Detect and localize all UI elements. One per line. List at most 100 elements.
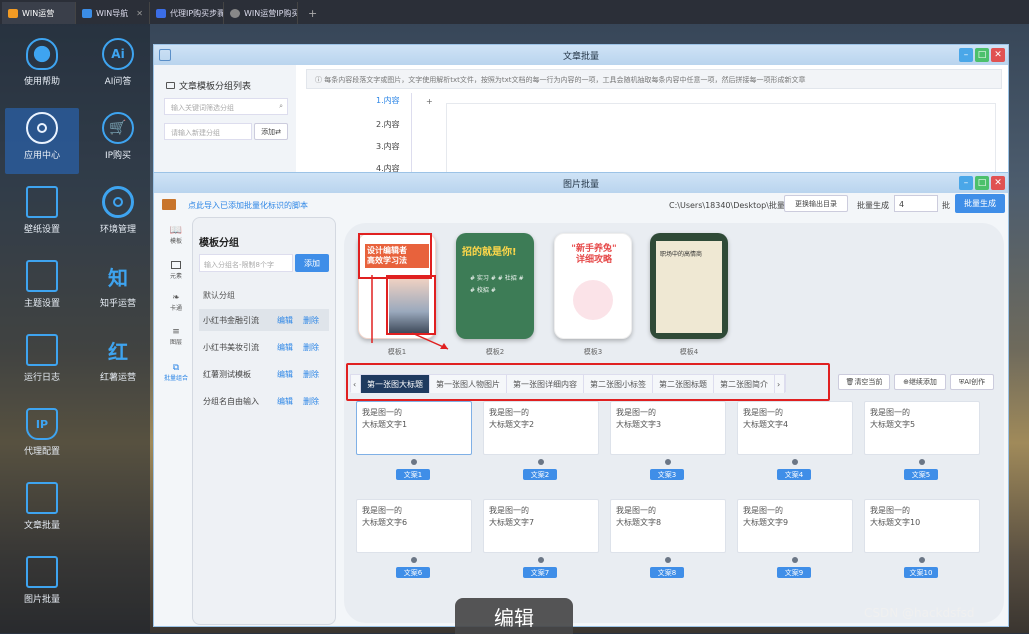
template-thumbnail-3[interactable]: "新手养兔" 详细攻略: [554, 233, 632, 339]
dock-item-11[interactable]: 文章批量: [5, 478, 79, 544]
group-row[interactable]: 分组名自由输入 编辑 删除: [199, 390, 329, 412]
dock-item-0[interactable]: 使用帮助: [5, 34, 79, 100]
text-card[interactable]: 我是图一的 大标题文字7: [483, 499, 599, 553]
browser-tab-win-ops[interactable]: WIN运营: [2, 2, 76, 24]
dock-item-9[interactable]: 红红薯运营: [81, 330, 155, 396]
close-button[interactable]: ✕: [991, 48, 1005, 62]
sidebar-item-cartoon[interactable]: ❧ 卡通: [162, 293, 190, 312]
edit-link[interactable]: 编辑: [277, 315, 293, 326]
template-thumbnail-4[interactable]: 职场中的高情商: [650, 233, 728, 339]
text-card[interactable]: 我是图一的 大标题文字8: [610, 499, 726, 553]
folder-icon[interactable]: [162, 199, 176, 210]
copy-button[interactable]: 文案8: [650, 567, 684, 578]
batch-count-input[interactable]: 4: [894, 195, 938, 212]
remove-dot-icon[interactable]: [792, 459, 798, 465]
subtab-3[interactable]: 第二张图小标签: [584, 375, 653, 393]
subtab-2[interactable]: 第一张图详细内容: [507, 375, 584, 393]
copy-button[interactable]: 文案2: [523, 469, 557, 480]
content-item-1[interactable]: 1.内容: [376, 95, 400, 106]
browser-tab-win-nav[interactable]: WIN导航 ✕: [76, 2, 150, 24]
add-group-button[interactable]: 添加: [295, 254, 329, 272]
subtab-0[interactable]: 第一张图大标题: [361, 375, 430, 393]
remove-dot-icon[interactable]: [665, 459, 671, 465]
remove-dot-icon[interactable]: [792, 557, 798, 563]
copy-button[interactable]: 文案9: [777, 567, 811, 578]
dock-item-4[interactable]: 壁纸设置: [5, 182, 79, 248]
dock-item-2[interactable]: 应用中心: [5, 108, 79, 174]
remove-dot-icon[interactable]: [411, 459, 417, 465]
content-item-3[interactable]: 3.内容: [376, 141, 400, 152]
content-item-2[interactable]: 2.内容: [376, 119, 400, 130]
dock-item-7[interactable]: 知知乎运营: [81, 256, 155, 322]
close-icon[interactable]: ✕: [136, 9, 143, 18]
sidebar-item-layers[interactable]: ≡ 图层: [162, 327, 190, 346]
copy-button[interactable]: 文案10: [904, 567, 938, 578]
maximize-button[interactable]: □: [975, 176, 989, 190]
import-script-link[interactable]: 点此导入已添加批量化标识的脚本: [188, 200, 308, 211]
clear-current-button[interactable]: 🗑 清空当前: [838, 374, 890, 390]
text-card[interactable]: 我是图一的 大标题文字9: [737, 499, 853, 553]
continue-add-button[interactable]: ⊕ 继续添加: [894, 374, 946, 390]
group-row[interactable]: 小红书美妆引流 编辑 删除: [199, 336, 329, 358]
edit-link[interactable]: 编辑: [277, 369, 293, 380]
subtab-1[interactable]: 第一张图人物图片: [430, 375, 507, 393]
delete-link[interactable]: 删除: [303, 342, 319, 353]
copy-button[interactable]: 文案6: [396, 567, 430, 578]
edit-overlay-button[interactable]: 编辑: [455, 598, 573, 634]
content-editor[interactable]: [446, 103, 996, 183]
delete-link[interactable]: 删除: [303, 369, 319, 380]
browser-tab-proxy-steps[interactable]: 代理IP购买步骤✕: [150, 2, 224, 24]
text-card[interactable]: 我是图一的 大标题文字6: [356, 499, 472, 553]
remove-dot-icon[interactable]: [538, 557, 544, 563]
dock-item-8[interactable]: 运行日志: [5, 330, 79, 396]
text-card[interactable]: 我是图一的 大标题文字10: [864, 499, 980, 553]
maximize-button[interactable]: □: [975, 48, 989, 62]
new-tab-button[interactable]: +: [298, 2, 327, 24]
copy-button[interactable]: 文案7: [523, 567, 557, 578]
subtab-5[interactable]: 第二张图简介: [714, 375, 775, 393]
copy-button[interactable]: 文案5: [904, 469, 938, 480]
remove-dot-icon[interactable]: [538, 459, 544, 465]
minimize-button[interactable]: –: [959, 48, 973, 62]
dock-item-1[interactable]: Ai AI问答: [81, 34, 155, 100]
chevron-right-icon[interactable]: ›: [775, 375, 785, 393]
dock-item-12[interactable]: 图片批量: [5, 552, 79, 618]
group-row[interactable]: 小红书金融引流 编辑 删除: [199, 309, 329, 331]
dock-item-6[interactable]: 主题设置: [5, 256, 79, 322]
delete-link[interactable]: 删除: [303, 396, 319, 407]
copy-button[interactable]: 文案4: [777, 469, 811, 480]
browser-tab-ip-buy[interactable]: WIN运营IP购买✕: [224, 2, 298, 24]
remove-dot-icon[interactable]: [919, 557, 925, 563]
text-card[interactable]: 我是图一的 大标题文字1: [356, 401, 472, 455]
group-row[interactable]: 红薯测试模板 编辑 删除: [199, 363, 329, 385]
dock-item-10[interactable]: IP 代理配置: [5, 404, 79, 470]
group-search-input[interactable]: 输入关键词筛选分组 ⌕: [164, 98, 288, 115]
remove-dot-icon[interactable]: [665, 557, 671, 563]
text-card[interactable]: 我是图一的 大标题文字5: [864, 401, 980, 455]
close-button[interactable]: ✕: [991, 176, 1005, 190]
dock-item-3[interactable]: 🛒 IP购买: [81, 108, 155, 174]
template-thumbnail-2[interactable]: 招的就是你! # 实习 # # 社招 # # 校招 #: [456, 233, 534, 339]
add-group-button[interactable]: 添加 ⇄: [254, 123, 288, 140]
group-name-input[interactable]: 输入分组名-限制8个字: [199, 254, 293, 272]
copy-button[interactable]: 文案3: [650, 469, 684, 480]
sidebar-item-templates[interactable]: 📖 模板: [162, 225, 190, 245]
minimize-button[interactable]: –: [959, 176, 973, 190]
sidebar-item-batch-combine[interactable]: ⧉ 批量组合: [162, 363, 190, 382]
edit-link[interactable]: 编辑: [277, 342, 293, 353]
edit-link[interactable]: 编辑: [277, 396, 293, 407]
remove-dot-icon[interactable]: [411, 557, 417, 563]
dock-item-5[interactable]: 环境管理: [81, 182, 155, 248]
delete-link[interactable]: 删除: [303, 315, 319, 326]
copy-button[interactable]: 文案1: [396, 469, 430, 480]
text-card[interactable]: 我是图一的 大标题文字3: [610, 401, 726, 455]
new-group-input[interactable]: 请输入新建分组: [164, 123, 252, 140]
add-content-icon[interactable]: +: [426, 97, 433, 106]
change-output-dir-button[interactable]: 更换输出目录: [784, 195, 848, 212]
chevron-left-icon[interactable]: ‹: [351, 375, 361, 393]
text-card[interactable]: 我是图一的 大标题文字4: [737, 401, 853, 455]
ai-create-button[interactable]: ⛨ AI创作: [950, 374, 994, 390]
batch-generate-button[interactable]: 批量生成: [955, 194, 1005, 213]
sidebar-item-elements[interactable]: 元素: [162, 259, 190, 280]
text-card[interactable]: 我是图一的 大标题文字2: [483, 401, 599, 455]
